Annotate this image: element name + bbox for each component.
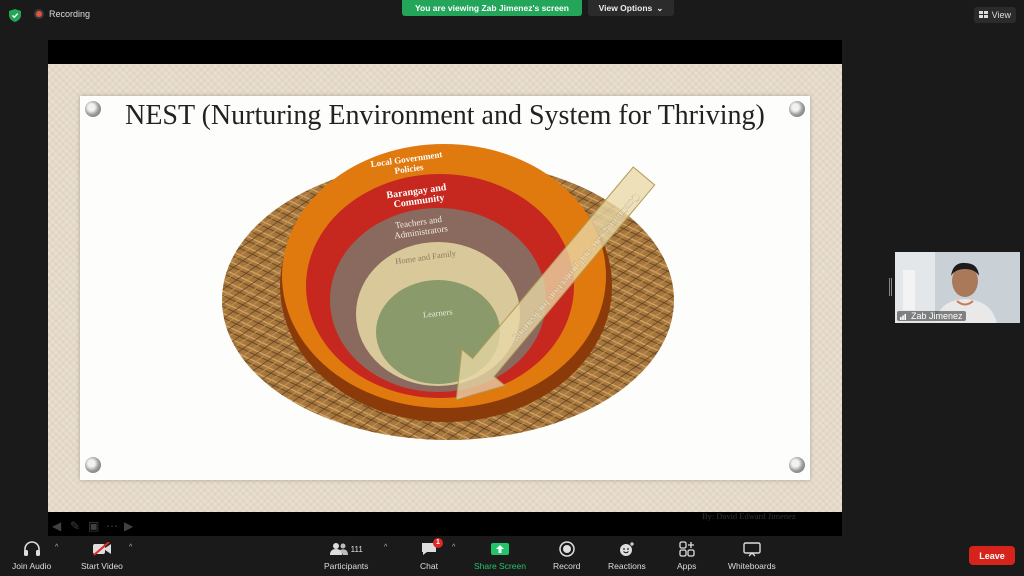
reactions-button[interactable]: Reactions <box>608 540 646 571</box>
start-video-button[interactable]: Start Video <box>81 540 123 571</box>
slide-sorter-icon[interactable]: ▣ <box>88 520 102 532</box>
recording-icon <box>34 9 44 19</box>
grid-view-icon <box>978 11 988 18</box>
chat-label: Chat <box>420 561 438 571</box>
chevron-down-icon: ⌄ <box>656 2 664 13</box>
join-audio-button[interactable]: Join Audio <box>12 540 51 571</box>
slide-nav-controls[interactable]: ◀ ✎ ▣ ⋯ ▶ <box>52 520 138 532</box>
smiley-icon <box>619 542 634 556</box>
apps-button[interactable]: Apps <box>677 540 696 571</box>
video-off-icon <box>92 542 111 556</box>
signal-bars-icon <box>900 313 906 320</box>
meeting-toolbar: Join Audio ^ Start Video ^ 111 Participa… <box>0 536 1024 576</box>
slide-author: By: David Edward Jimenez <box>702 511 796 521</box>
chat-button[interactable]: 1 Chat <box>420 538 443 571</box>
chat-unread-badge: 1 <box>432 538 443 548</box>
record-label: Record <box>553 561 581 571</box>
participants-button[interactable]: 111 Participants <box>324 540 368 571</box>
recording-indicator[interactable]: Recording <box>34 9 90 19</box>
participant-name: Zab Jimenez <box>911 311 963 321</box>
view-layout-button[interactable]: View <box>973 7 1016 23</box>
whiteboard-icon <box>743 541 761 556</box>
share-screen-label: Share Screen <box>474 561 526 571</box>
share-screen-icon <box>490 543 509 555</box>
headphones-icon <box>23 541 40 556</box>
participant-video-thumbnail[interactable]: Zab Jimenez <box>895 252 1020 323</box>
previous-slide-icon[interactable]: ◀ <box>52 520 66 532</box>
participants-caret-icon[interactable]: ^ <box>384 544 387 551</box>
zoom-meeting-window: Recording You are viewing Zab Jimenez's … <box>0 0 1024 576</box>
participant-name-tag: Zab Jimenez <box>897 311 966 321</box>
security-shield-icon[interactable] <box>9 9 21 22</box>
presentation-slide: NEST (Nurturing Environment and System f… <box>48 64 842 532</box>
apps-label: Apps <box>677 561 697 571</box>
whiteboards-label: Whiteboards <box>728 561 776 571</box>
participants-label: Participants <box>324 561 369 571</box>
recording-label: Recording <box>49 9 91 19</box>
participants-icon <box>329 543 348 555</box>
more-options-icon[interactable]: ⋯ <box>106 520 120 532</box>
apps-icon <box>679 541 695 557</box>
pen-icon[interactable]: ✎ <box>70 520 84 532</box>
view-options-label: View Options <box>598 3 653 13</box>
start-video-label: Start Video <box>81 561 123 571</box>
nest-diagram: Local Government Policies Barangay and C… <box>222 144 674 440</box>
join-audio-label: Join Audio <box>12 561 52 571</box>
record-icon <box>558 541 575 557</box>
whiteboards-button[interactable]: Whiteboards <box>728 540 776 571</box>
shared-screen: NEST (Nurturing Environment and System f… <box>48 40 842 536</box>
next-slide-icon[interactable]: ▶ <box>124 520 138 532</box>
view-label: View <box>991 10 1011 20</box>
video-options-caret-icon[interactable]: ^ <box>129 544 132 551</box>
share-screen-button[interactable]: Share Screen <box>474 540 526 571</box>
view-options-button[interactable]: View Options ⌄ <box>588 0 674 16</box>
viewing-screen-banner: You are viewing Zab Jimenez's screen <box>402 0 582 16</box>
participants-count: 111 <box>350 544 363 554</box>
chat-caret-icon[interactable]: ^ <box>452 544 455 551</box>
leave-button[interactable]: Leave <box>969 546 1015 565</box>
top-bar: Recording You are viewing Zab Jimenez's … <box>0 0 1024 30</box>
reactions-label: Reactions <box>608 561 646 571</box>
thumbnail-drag-handle[interactable] <box>889 278 892 296</box>
audio-options-caret-icon[interactable]: ^ <box>55 544 58 551</box>
record-button[interactable]: Record <box>553 540 580 571</box>
